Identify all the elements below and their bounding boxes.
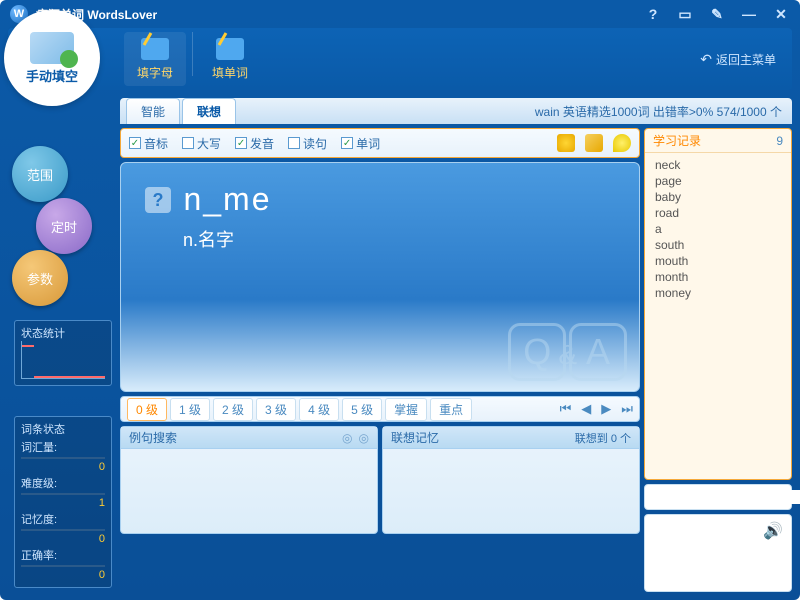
chk-pronounce[interactable]: ✓发音 bbox=[235, 135, 274, 152]
chk-sentence-label: 读句 bbox=[303, 135, 327, 152]
chk-sentence[interactable]: 读句 bbox=[288, 135, 327, 152]
level-bar: 0 级1 级2 级3 级4 级5 级掌握重点 ⏮ ◀ ▶ ⏭ bbox=[120, 396, 640, 422]
history-list: neckpagebabyroadasouthmouthmonthmoney bbox=[645, 153, 791, 479]
history-item[interactable]: page bbox=[655, 173, 781, 189]
nav-prev-icon[interactable]: ◀ bbox=[581, 401, 591, 417]
chk-phonetic-label: 音标 bbox=[144, 135, 168, 152]
help-icon[interactable]: ? bbox=[644, 7, 662, 21]
history-title: 学习记录 bbox=[653, 132, 701, 149]
bulb-icon[interactable] bbox=[613, 134, 631, 152]
nav-next-icon[interactable]: ▶ bbox=[601, 401, 611, 417]
word-panel: ? n_me n.名字 Q&A bbox=[120, 162, 640, 392]
history-item[interactable]: a bbox=[655, 221, 781, 237]
status-text: wain 英语精选1000词 出错率>0% 574/1000 个 bbox=[535, 103, 782, 120]
stat-row: 难度级: bbox=[21, 475, 105, 491]
timer-button[interactable]: 定时 bbox=[36, 198, 92, 254]
note-icon[interactable] bbox=[585, 134, 603, 152]
example-search-title: 例句搜索 bbox=[129, 429, 177, 446]
stat-graph bbox=[21, 341, 105, 379]
level-tab-7[interactable]: 重点 bbox=[430, 398, 472, 421]
association-memory-panel: 联想记忆 联想到 0 个 bbox=[382, 426, 640, 534]
association-memory-title: 联想记忆 bbox=[391, 429, 439, 446]
edit-icon[interactable]: ✎ bbox=[708, 7, 726, 21]
fill-letter-label: 填字母 bbox=[137, 64, 173, 81]
options-bar: ✓音标 大写 ✓发音 读句 ✓单词 bbox=[120, 128, 640, 158]
level-tab-0[interactable]: 0 级 bbox=[127, 398, 167, 421]
titlebar: W 疯狂单词 WordsLover ? ▭ ✎ — ✕ bbox=[0, 0, 800, 28]
chk-word[interactable]: ✓单词 bbox=[341, 135, 380, 152]
disc-icon-2[interactable]: ◎ bbox=[359, 431, 369, 445]
range-button[interactable]: 范围 bbox=[12, 146, 68, 202]
decoration-letters: Q&A bbox=[516, 323, 619, 381]
word-status-panel: 词条状态 词汇量:0难度级:1记忆度:0正确率:0 bbox=[14, 416, 112, 588]
tab-bar: 智能 联想 wain 英语精选1000词 出错率>0% 574/1000 个 bbox=[120, 98, 792, 124]
fill-word-icon bbox=[216, 38, 244, 60]
fill-word-button[interactable]: 填单词 bbox=[199, 32, 261, 86]
status-stat-title: 状态统计 bbox=[21, 325, 105, 341]
history-item[interactable]: road bbox=[655, 205, 781, 221]
chk-uppercase-label: 大写 bbox=[197, 135, 221, 152]
disc-icon[interactable]: ◎ bbox=[342, 431, 352, 445]
dictionary-search[interactable] bbox=[644, 484, 792, 510]
minimize-icon[interactable]: — bbox=[740, 7, 758, 21]
toolbar-separator bbox=[192, 32, 193, 76]
fill-letter-icon bbox=[141, 38, 169, 60]
level-tab-5[interactable]: 5 级 bbox=[342, 398, 382, 421]
status-stat-panel: 状态统计 bbox=[14, 320, 112, 386]
word-text: n_me bbox=[183, 181, 271, 217]
back-to-menu-link[interactable]: 返回主菜单 bbox=[700, 51, 776, 68]
speaker-play-icon[interactable]: 🔊 bbox=[763, 521, 783, 541]
tab-smart[interactable]: 智能 bbox=[126, 98, 180, 124]
history-item[interactable]: neck bbox=[655, 157, 781, 173]
level-tab-6[interactable]: 掌握 bbox=[385, 398, 427, 421]
level-tab-2[interactable]: 2 级 bbox=[213, 398, 253, 421]
nav-last-icon[interactable]: ⏭ bbox=[621, 401, 633, 417]
history-item[interactable]: money bbox=[655, 285, 781, 301]
history-item[interactable]: month bbox=[655, 269, 781, 285]
history-item[interactable]: south bbox=[655, 237, 781, 253]
level-tab-3[interactable]: 3 级 bbox=[256, 398, 296, 421]
word-status-title: 词条状态 bbox=[21, 421, 105, 437]
association-count: 联想到 0 个 bbox=[575, 430, 631, 446]
level-tab-1[interactable]: 1 级 bbox=[170, 398, 210, 421]
audio-panel: 🔊 bbox=[644, 514, 792, 592]
history-count: 9 bbox=[776, 134, 783, 148]
speaker-icon[interactable] bbox=[557, 134, 575, 152]
example-search-panel: 例句搜索 ◎ ◎ bbox=[120, 426, 378, 534]
chk-uppercase[interactable]: 大写 bbox=[182, 135, 221, 152]
nav-first-icon[interactable]: ⏮ bbox=[560, 401, 572, 417]
fill-letter-button[interactable]: 填字母 bbox=[124, 32, 186, 86]
window-snap-icon[interactable]: ▭ bbox=[676, 7, 694, 21]
chk-word-label: 单词 bbox=[356, 135, 380, 152]
mode-label: 手动填空 bbox=[26, 66, 78, 85]
stat-row: 词汇量: bbox=[21, 439, 105, 455]
fill-word-label: 填单词 bbox=[212, 64, 248, 81]
history-panel: 学习记录 9 neckpagebabyroadasouthmouthmonthm… bbox=[644, 128, 792, 480]
search-input[interactable] bbox=[653, 490, 800, 504]
app-title: 疯狂单词 WordsLover bbox=[36, 6, 644, 23]
close-icon[interactable]: ✕ bbox=[772, 7, 790, 21]
back-to-menu-label: 返回主菜单 bbox=[716, 51, 776, 68]
mode-icon bbox=[30, 32, 74, 64]
history-item[interactable]: mouth bbox=[655, 253, 781, 269]
history-item[interactable]: baby bbox=[655, 189, 781, 205]
stat-row: 正确率: bbox=[21, 547, 105, 563]
level-tab-4[interactable]: 4 级 bbox=[299, 398, 339, 421]
chk-pronounce-label: 发音 bbox=[250, 135, 274, 152]
hint-icon[interactable]: ? bbox=[145, 187, 171, 213]
left-sidebar: 范围 定时 参数 状态统计 词条状态 词汇量:0难度级:1记忆度:0正确率:0 bbox=[8, 98, 118, 592]
params-button[interactable]: 参数 bbox=[12, 250, 68, 306]
mode-indicator: 手动填空 bbox=[4, 10, 100, 106]
stat-row: 记忆度: bbox=[21, 511, 105, 527]
toolbar: 手动填空 填字母 填单词 返回主菜单 bbox=[8, 28, 792, 90]
tab-association[interactable]: 联想 bbox=[182, 98, 236, 124]
word-definition: n.名字 bbox=[183, 226, 615, 252]
chk-phonetic[interactable]: ✓音标 bbox=[129, 135, 168, 152]
